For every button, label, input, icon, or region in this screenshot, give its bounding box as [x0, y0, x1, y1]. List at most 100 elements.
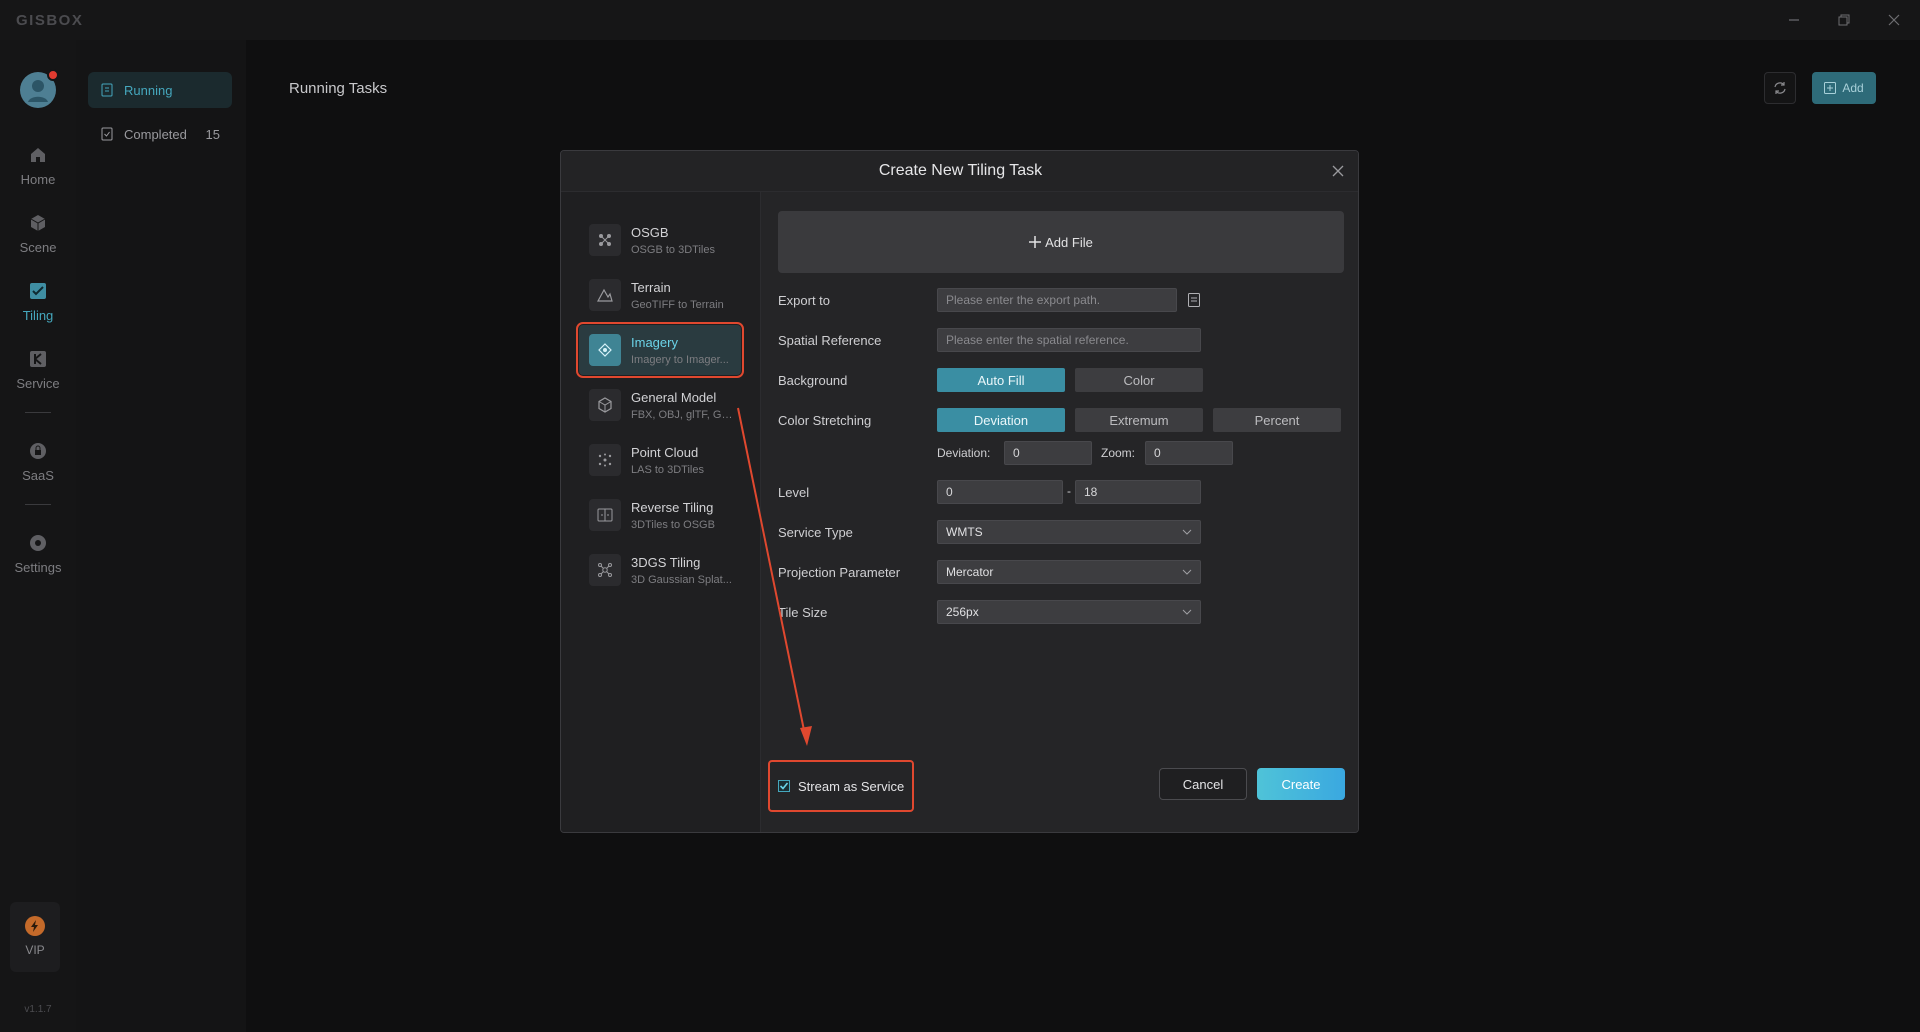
subnav-item-running[interactable]: Running: [88, 72, 232, 108]
type-desc: 3DTiles to OSGB: [631, 518, 715, 531]
tile-size-select[interactable]: 256px: [937, 600, 1201, 624]
subnav-item-completed[interactable]: Completed 15: [88, 116, 232, 152]
zoom-input[interactable]: 0: [1145, 441, 1233, 465]
type-item-imagery[interactable]: Imagery Imagery to Imager...: [576, 322, 744, 378]
reverse-icon: [589, 499, 621, 531]
nav-item-saas[interactable]: SaaS: [0, 436, 76, 492]
spatial-reference-input[interactable]: Please enter the spatial reference.: [937, 328, 1201, 352]
deviation-label: Deviation:: [937, 446, 991, 460]
document-check-icon: [101, 127, 113, 141]
background-label: Background: [778, 373, 848, 388]
file-icon: [1188, 293, 1200, 307]
nav-item-settings[interactable]: Settings: [0, 528, 76, 584]
dialog-close-button[interactable]: [1330, 163, 1346, 179]
level-min-input[interactable]: 0: [937, 480, 1063, 504]
type-item-terrain[interactable]: Terrain GeoTIFF to Terrain: [579, 270, 741, 320]
type-name: Imagery: [631, 334, 678, 350]
add-file-button[interactable]: Add File: [778, 211, 1344, 273]
nav-divider: [25, 504, 51, 505]
export-label: Export to: [778, 293, 831, 308]
document-icon: [101, 83, 113, 97]
stretch-percent-option[interactable]: Percent: [1213, 408, 1341, 432]
main-nav: Home Scene Tiling Service SaaS Settings …: [0, 40, 76, 1032]
deviation-input[interactable]: 0: [1004, 441, 1092, 465]
nav-item-service[interactable]: Service: [0, 344, 76, 400]
background-color-option[interactable]: Color: [1075, 368, 1203, 392]
app-version: v1.1.7: [24, 1004, 52, 1015]
level-max-input[interactable]: 18: [1075, 480, 1201, 504]
home-icon: [31, 148, 45, 162]
background-auto-fill-option[interactable]: Auto Fill: [937, 368, 1065, 392]
minimize-button[interactable]: [1776, 6, 1812, 34]
subnav-label: Completed: [124, 126, 187, 142]
tiling-form: Add File Export to Please enter the expo…: [761, 192, 1358, 832]
nav-item-tiling[interactable]: Tiling: [0, 276, 76, 332]
nav-label: SaaS: [22, 468, 54, 483]
cancel-button[interactable]: Cancel: [1159, 768, 1247, 800]
create-button[interactable]: Create: [1257, 768, 1345, 800]
type-desc: FBX, OBJ, glTF, GL...: [631, 408, 735, 421]
type-name: General Model: [631, 389, 717, 405]
create-tiling-task-dialog: Create New Tiling Task OSGB OSGB to 3DTil…: [560, 150, 1359, 833]
tiling-icon: [30, 283, 46, 299]
model-icon: [589, 389, 621, 421]
point-cloud-icon: [589, 444, 621, 476]
tile-size-value: 256px: [946, 605, 979, 619]
close-icon: [1332, 165, 1344, 177]
stream-label: Stream as Service: [798, 778, 905, 794]
stretch-extremum-option[interactable]: Extremum: [1075, 408, 1203, 432]
add-label: Add: [1842, 81, 1864, 95]
nav-item-home[interactable]: Home: [0, 140, 76, 196]
tile-size-label: Tile Size: [778, 605, 828, 620]
type-name: OSGB: [631, 224, 669, 240]
osgb-icon: [589, 224, 621, 256]
chevron-down-icon: [1182, 609, 1192, 615]
dialog-header: Create New Tiling Task: [561, 151, 1358, 192]
restore-button[interactable]: [1826, 6, 1862, 34]
gear-icon: [30, 535, 46, 551]
vip-label: VIP: [25, 943, 45, 957]
type-desc: Imagery to Imager...: [631, 353, 729, 366]
nav-label: Settings: [14, 560, 62, 575]
spatial-reference-label: Spatial Reference: [778, 333, 882, 348]
completed-count: 15: [205, 126, 220, 142]
add-icon: [1824, 82, 1837, 94]
add-task-button[interactable]: Add: [1812, 72, 1876, 104]
service-icon: [30, 351, 46, 367]
terrain-icon: [589, 279, 621, 311]
close-window-button[interactable]: [1876, 6, 1912, 34]
service-type-label: Service Type: [778, 525, 853, 540]
type-item-point-cloud[interactable]: Point Cloud LAS to 3DTiles: [579, 435, 741, 485]
type-name: Reverse Tiling: [631, 499, 714, 515]
browse-folder-button[interactable]: [1185, 290, 1203, 310]
export-path-input[interactable]: Please enter the export path.: [937, 288, 1177, 312]
close-icon: [1888, 14, 1900, 26]
checkbox-checked-icon: [778, 780, 790, 792]
cube-icon: [30, 215, 46, 231]
nav-item-scene[interactable]: Scene: [0, 208, 76, 264]
plus-icon: [1029, 236, 1042, 248]
type-item-reverse-tiling[interactable]: Reverse Tiling 3DTiles to OSGB: [579, 490, 741, 540]
nav-label: Tiling: [22, 308, 54, 323]
vip-button[interactable]: VIP: [10, 902, 60, 972]
stream-as-service-checkbox[interactable]: Stream as Service: [768, 760, 914, 812]
gaussian-icon: [589, 554, 621, 586]
type-item-3dgs-tiling[interactable]: 3DGS Tiling 3D Gaussian Splat...: [579, 545, 741, 595]
lock-icon: [30, 443, 46, 459]
projection-select[interactable]: Mercator: [937, 560, 1201, 584]
lightning-icon: [25, 916, 45, 936]
level-range-separator: -: [1067, 484, 1071, 498]
notification-badge: [47, 69, 59, 81]
type-desc: 3D Gaussian Splat...: [631, 573, 732, 586]
service-type-select[interactable]: WMTS: [937, 520, 1201, 544]
type-item-osgb[interactable]: OSGB OSGB to 3DTiles: [579, 215, 741, 265]
type-desc: LAS to 3DTiles: [631, 463, 704, 476]
restore-icon: [1838, 14, 1850, 26]
refresh-button[interactable]: [1764, 72, 1796, 104]
nav-label: Scene: [19, 240, 57, 255]
nav-label: Service: [16, 376, 60, 391]
type-item-general-model[interactable]: General Model FBX, OBJ, glTF, GL...: [579, 380, 741, 430]
nav-divider: [25, 412, 51, 413]
stretch-deviation-option[interactable]: Deviation: [937, 408, 1065, 432]
dialog-title: Create New Tiling Task: [878, 162, 1043, 179]
